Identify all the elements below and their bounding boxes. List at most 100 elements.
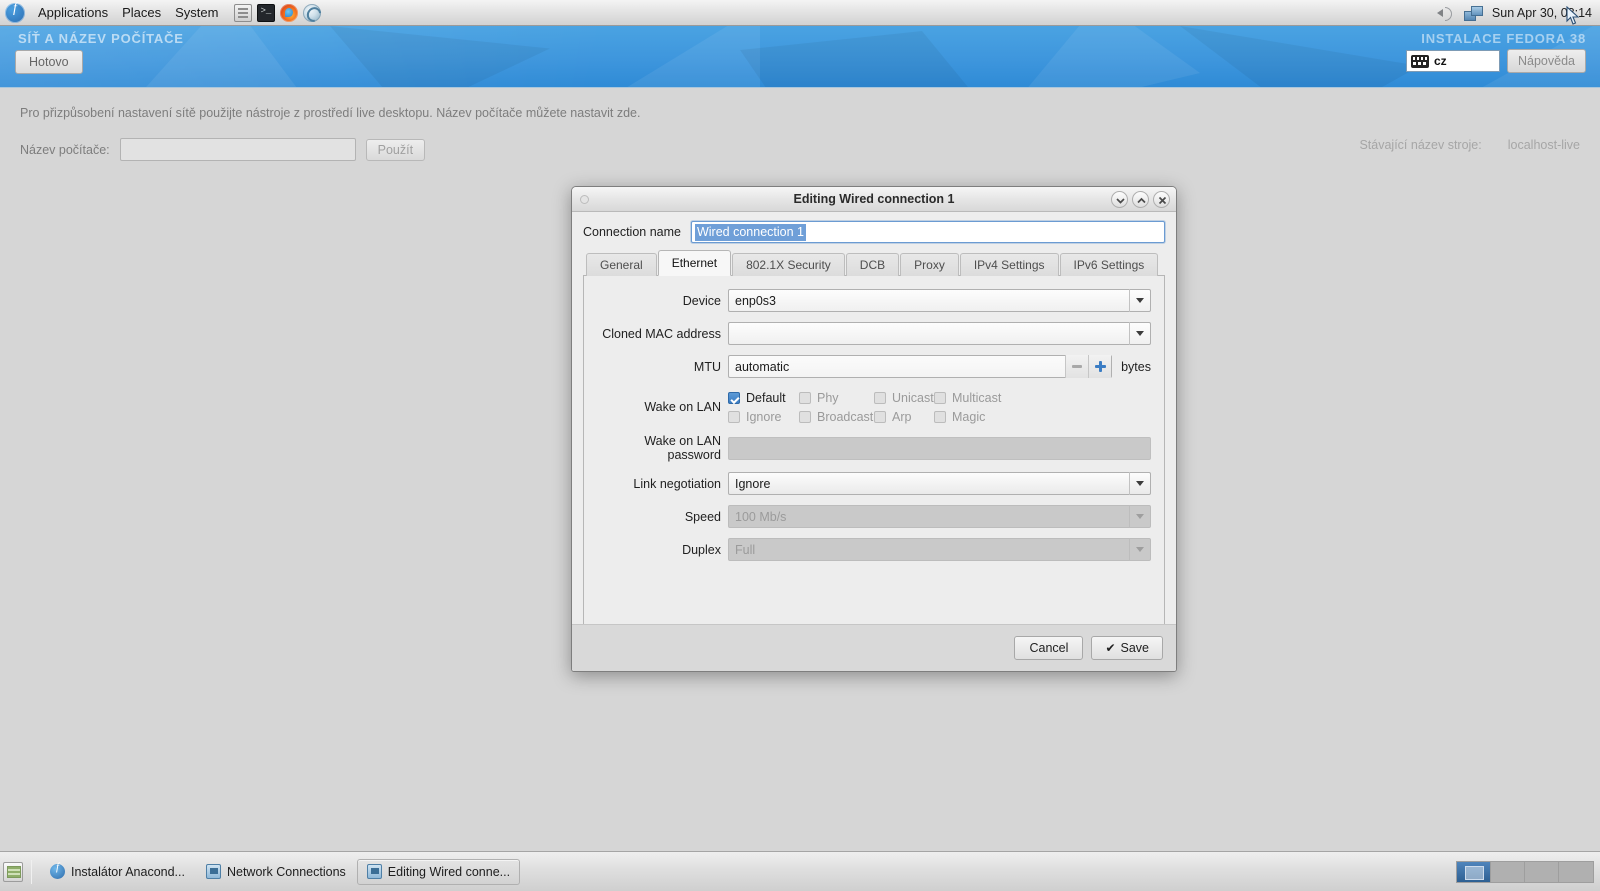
network-icon[interactable] [1463,4,1483,22]
chevron-up-icon [1137,197,1146,204]
save-button[interactable]: ✔ Save [1091,636,1163,660]
taskbar-item-network-connections[interactable]: Network Connections [196,859,356,885]
connection-name-label: Connection name [583,225,681,239]
terminal-icon[interactable] [257,3,276,22]
ethernet-tab-panel: Device enp0s3 Cloned MAC address MTU aut… [583,276,1165,629]
connection-name-input[interactable]: Wired connection 1 [690,221,1165,243]
taskbar-item-anaconda[interactable]: Instalátor Anacond... [40,859,195,885]
device-combobox[interactable]: enp0s3 [728,289,1151,312]
connection-name-row: Connection name Wired connection 1 [583,221,1165,243]
wol-checkbox-default[interactable]: Default [728,391,799,405]
tab-ipv6-settings[interactable]: IPv6 Settings [1059,253,1159,276]
taskbar-right-group [1456,860,1600,883]
wol-checkbox-unicast[interactable]: Unicast [874,391,934,405]
dialog-title: Editing Wired connection 1 [793,192,955,206]
wol-option-label: Phy [817,390,839,405]
checkbox-indicator [934,391,946,404]
link-negotiation-combobox[interactable]: Ignore [728,472,1151,495]
dialog-action-bar: Cancel ✔ Save [572,624,1176,671]
wol-password-input[interactable] [728,436,1151,460]
spoke-hint-text: Pro přizpůsobení nastavení sítě použijte… [20,106,641,120]
current-hostname-label: Stávající název stroje: [1359,138,1482,152]
panel-clock[interactable]: Sun Apr 30, 08:14 [1492,6,1592,20]
checkbox-indicator [934,410,946,423]
dialog-content: Connection name Wired connection 1 Gener… [572,212,1176,629]
banner-polygon [580,26,760,87]
wol-option-label: Unicast [892,390,934,405]
tab-ethernet[interactable]: Ethernet [657,250,732,276]
taskbar-item-editing-wired-connection[interactable]: Editing Wired conne... [356,858,521,885]
panel-tray-group: Sun Apr 30, 08:14 [1434,4,1600,22]
wol-checkbox-multicast[interactable]: Multicast [934,391,1004,405]
save-button-label: Save [1120,641,1150,655]
wol-checkbox-broadcast[interactable]: Broadcast [799,410,874,424]
wol-checkbox-ignore[interactable]: Ignore [728,410,799,424]
wake-on-lan-row: Wake on LAN Default Phy Unicast Multicas… [597,388,1151,426]
mtu-spinbutton[interactable]: automatic [728,355,1113,378]
files-icon[interactable] [234,3,253,22]
taskbar-item-label: Network Connections [226,864,346,879]
wol-checkbox-phy[interactable]: Phy [799,391,874,405]
speed-combobox[interactable]: 100 Mb/s [728,505,1151,528]
tab-general[interactable]: General [586,253,657,276]
installer-banner: SÍŤ A NÁZEV POČÍTAČE INSTALACE FEDORA 38… [0,26,1600,88]
maximize-button[interactable] [1132,191,1149,208]
apply-hostname-button[interactable]: Použít [365,138,426,161]
firefox-icon[interactable] [280,3,299,22]
menu-places[interactable]: Places [115,2,168,23]
cloned-mac-combobox[interactable] [728,322,1151,345]
checkbox-indicator [728,410,740,423]
keyboard-layout-indicator[interactable]: cz [1406,50,1500,72]
close-button[interactable] [1153,191,1170,208]
taskbar-divider [31,859,32,884]
cancel-button[interactable]: Cancel [1014,636,1084,660]
speaker-icon[interactable] [1434,4,1454,22]
hostname-input[interactable] [119,138,356,161]
show-desktop-icon[interactable] [3,861,23,882]
link-negotiation-control: Ignore [728,472,1151,495]
tab-8021x-security[interactable]: 802.1X Security [732,253,845,276]
keyboard-layout-label: cz [1434,54,1447,68]
tab-ipv4-settings[interactable]: IPv4 Settings [959,253,1059,276]
wol-password-row: Wake on LAN password [597,434,1151,462]
checkbox-indicator [874,410,886,423]
connection-name-value: Wired connection 1 [694,223,806,241]
window-menu-icon[interactable] [580,195,589,204]
tab-proxy[interactable]: Proxy [900,253,959,276]
help-button[interactable]: Nápověda [1507,49,1586,73]
link-negotiation-row: Link negotiation Ignore [597,472,1151,495]
chevron-down-icon [1129,472,1150,495]
workspace-2[interactable] [1491,861,1525,882]
done-button[interactable]: Hotovo [15,50,83,74]
minimize-button[interactable] [1111,191,1128,208]
wol-password-label: Wake on LAN password [644,434,721,462]
menu-applications[interactable]: Applications [31,2,115,23]
dialog-titlebar[interactable]: Editing Wired connection 1 [572,187,1176,212]
workspace-1[interactable] [1457,861,1491,882]
panel-launchers [234,3,322,22]
wol-checkbox-magic[interactable]: Magic [934,410,1004,424]
banner-polygon [1000,26,1200,87]
plus-icon [1094,361,1106,372]
checkbox-indicator [728,391,740,404]
spoke-body: Pro přizpůsobení nastavení sítě použijte… [0,88,1600,179]
wol-option-label: Default [746,390,786,405]
mtu-decrement-button[interactable] [1065,355,1089,378]
web-browser-icon[interactable] [303,3,322,22]
chevron-down-icon [1129,322,1150,345]
mtu-control: automatic bytes [728,355,1151,378]
screen: Applications Places System Sun Apr 30, 0… [0,0,1600,891]
menu-system[interactable]: System [168,2,225,23]
device-label: Device [682,293,721,308]
wol-options-row-1: Default Phy Unicast Multicast [728,388,1151,407]
workspace-3[interactable] [1525,861,1559,882]
wol-checkbox-arp[interactable]: Arp [874,410,934,424]
hostname-row: Název počítače: Použít [20,138,1580,161]
workspace-4[interactable] [1559,861,1593,882]
wake-on-lan-label: Wake on LAN [644,400,721,414]
duplex-combobox[interactable]: Full [728,538,1151,561]
fedora-logo-icon[interactable] [5,1,25,23]
product-title: INSTALACE FEDORA 38 [1421,31,1586,46]
mtu-increment-button[interactable] [1088,355,1112,378]
tab-dcb[interactable]: DCB [845,253,900,276]
